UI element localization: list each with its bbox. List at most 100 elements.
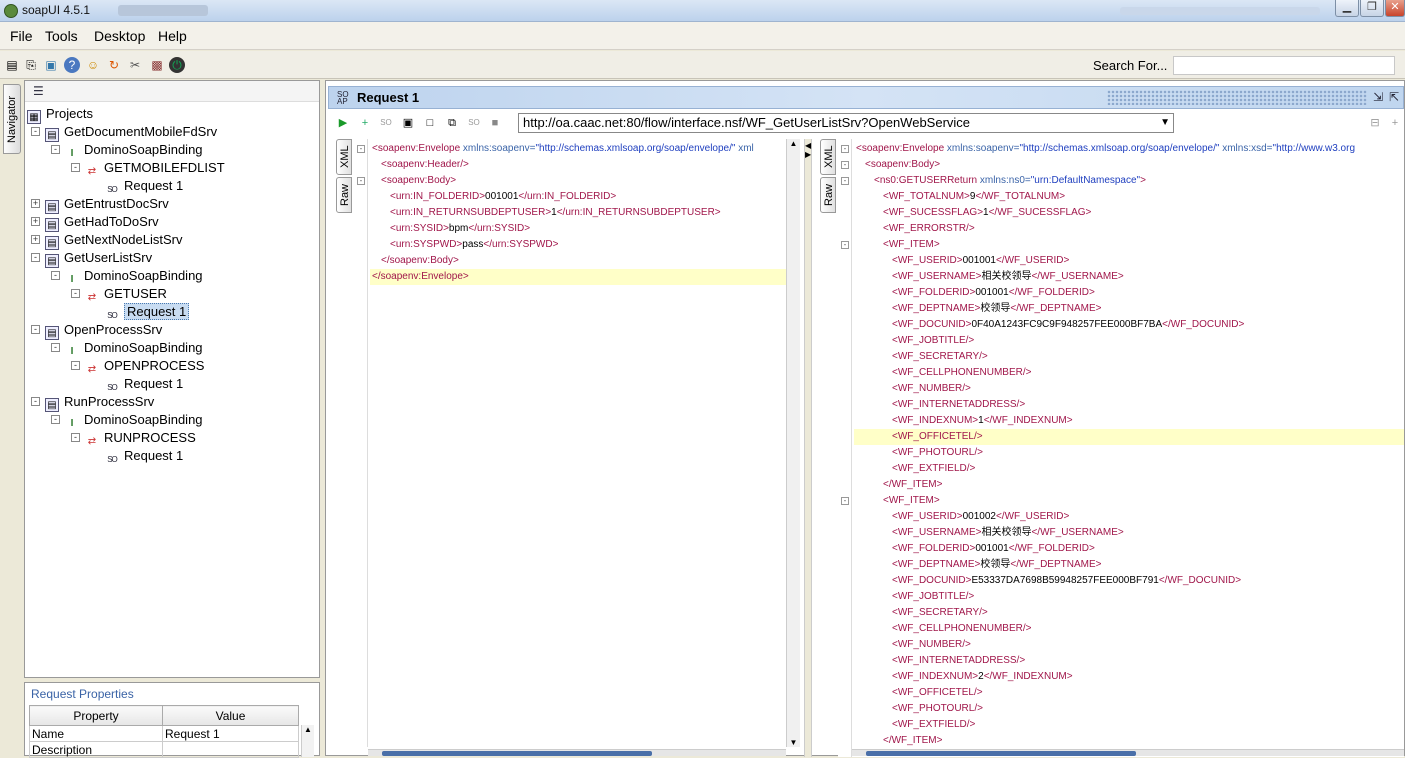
column-header-property[interactable]: Property <box>29 705 163 726</box>
maximize-button[interactable]: ❐ <box>1360 0 1384 17</box>
single-view-icon[interactable]: □ <box>423 116 437 130</box>
table-row[interactable]: Description <box>29 741 299 758</box>
tree-node-request[interactable]: SO Request 1 <box>105 177 183 195</box>
collapse-icon[interactable]: - <box>51 415 60 424</box>
request-xml-editor[interactable]: <soapenv:Envelope xmlns:soapenv="http://… <box>354 139 786 747</box>
xml-line[interactable]: <WF_NUMBER/> <box>854 637 1404 653</box>
fold-toggle-icon[interactable]: - <box>841 497 849 505</box>
xml-line[interactable]: <WF_ITEM> <box>854 237 1404 253</box>
expand-icon[interactable]: + <box>31 199 40 208</box>
clone-request-icon[interactable]: SO <box>379 116 393 130</box>
property-value[interactable]: Request 1 <box>162 725 299 742</box>
tree-node-project[interactable]: - ▤ OpenProcessSrv <box>31 321 162 340</box>
refresh-icon[interactable]: ↻ <box>106 57 122 73</box>
collapse-icon[interactable]: - <box>51 145 60 154</box>
options-icon[interactable]: ⊟ <box>1368 116 1382 130</box>
expand-icon[interactable]: + <box>31 235 40 244</box>
help-icon[interactable]: ? <box>64 57 80 73</box>
tab-response-raw[interactable]: Raw <box>820 177 836 213</box>
xml-line[interactable]: <soapenv:Envelope xmlns:soapenv="http://… <box>370 141 786 157</box>
xml-line[interactable]: <WF_PHOTOURL/> <box>854 445 1404 461</box>
property-value[interactable] <box>162 741 299 758</box>
tree-node-request[interactable]: SO Request 1 <box>105 303 190 321</box>
splitter-left-icon[interactable]: ◀ <box>805 141 811 150</box>
add-assertion-icon[interactable]: + <box>1388 116 1402 130</box>
new-project-icon[interactable]: ▤ <box>4 57 20 73</box>
tree-node-project[interactable]: + ▤ GetEntrustDocSrv <box>31 195 169 214</box>
fold-toggle-icon[interactable]: - <box>357 177 365 185</box>
collapse-icon[interactable]: - <box>71 289 80 298</box>
xml-line[interactable]: <WF_FOLDERID>001001</WF_FOLDERID> <box>854 285 1404 301</box>
xml-line[interactable]: </soapenv:Envelope> <box>370 269 786 285</box>
minimize-panel-icon[interactable]: ⇲ <box>1373 90 1383 104</box>
xml-line[interactable]: <urn:SYSID>bpm</urn:SYSID> <box>370 221 786 237</box>
xml-line[interactable]: <WF_PHOTOURL/> <box>854 701 1404 717</box>
request-horizontal-scrollbar[interactable] <box>368 749 786 756</box>
xml-line[interactable]: </WF_ITEM> <box>854 733 1404 749</box>
xml-line[interactable]: </soapenv:Body> <box>370 253 786 269</box>
collapse-icon[interactable]: - <box>71 163 80 172</box>
xml-line[interactable]: <WF_INTERNETADDRESS/> <box>854 397 1404 413</box>
response-horizontal-scrollbar[interactable] <box>852 749 1404 756</box>
xml-line[interactable]: </WF_ITEM> <box>854 477 1404 493</box>
response-xml-code[interactable]: <soapenv:Envelope xmlns:soapenv="http://… <box>854 139 1404 757</box>
xml-line[interactable]: <WF_CELLPHONENUMBER/> <box>854 365 1404 381</box>
properties-scrollbar[interactable]: ▲ <box>301 725 314 757</box>
xml-line[interactable]: <WF_DOCUNID>0F40A1243FC9C9F948257FEE000B… <box>854 317 1404 333</box>
xml-line[interactable]: <WF_JOBTITLE/> <box>854 589 1404 605</box>
xml-line[interactable]: <soapenv:Envelope xmlns:soapenv="http://… <box>854 141 1404 157</box>
expand-icon[interactable]: + <box>31 217 40 226</box>
collapse-icon[interactable]: - <box>71 361 80 370</box>
menu-file[interactable]: File <box>10 28 33 44</box>
xml-line[interactable]: <WF_ERRORSTR/> <box>854 221 1404 237</box>
xml-line[interactable]: <WF_USERNAME>相关校领导</WF_USERNAME> <box>854 525 1404 541</box>
tab-request-xml[interactable]: XML <box>336 139 352 175</box>
collapse-icon[interactable]: - <box>31 397 40 406</box>
close-button[interactable]: ✕ <box>1385 0 1405 17</box>
tree-node-operation[interactable]: - ⇄ GETUSER <box>71 285 167 303</box>
list-view-icon[interactable]: ☰ <box>33 84 44 98</box>
xml-line[interactable]: <WF_USERNAME>相关校领导</WF_USERNAME> <box>854 269 1404 285</box>
xml-line[interactable]: <ns0:GETUSERReturn xmlns:ns0="urn:Defaul… <box>854 173 1404 189</box>
add-to-testcase-icon[interactable]: + <box>358 116 372 130</box>
menu-desktop[interactable]: Desktop <box>94 28 145 44</box>
tree-node-interface[interactable]: - I DominoSoapBinding <box>51 141 203 159</box>
fold-toggle-icon[interactable]: - <box>841 241 849 249</box>
xml-line[interactable]: <WF_NUMBER/> <box>854 381 1404 397</box>
scroll-up-icon[interactable]: ▲ <box>787 139 800 148</box>
request-vertical-scrollbar[interactable]: ▲ ▼ <box>786 139 800 747</box>
loadui-icon[interactable]: ⏻ <box>169 57 185 73</box>
xml-line[interactable]: <WF_SECRETARY/> <box>854 605 1404 621</box>
xml-line[interactable]: <WF_USERID>001001</WF_USERID> <box>854 253 1404 269</box>
xml-line[interactable]: <WF_EXTFIELD/> <box>854 461 1404 477</box>
xml-line[interactable]: <WF_INTERNETADDRESS/> <box>854 653 1404 669</box>
collapse-icon[interactable]: - <box>31 325 40 334</box>
navigator-tab[interactable]: Navigator <box>3 84 21 154</box>
tree-node-project[interactable]: + ▤ GetNextNodeListSrv <box>31 231 183 250</box>
xml-line[interactable]: <WF_USERID>001002</WF_USERID> <box>854 509 1404 525</box>
menu-tools[interactable]: Tools <box>45 28 78 44</box>
detach-panel-icon[interactable]: ⇱ <box>1389 90 1399 104</box>
save-all-icon[interactable]: ▣ <box>43 57 59 73</box>
collapse-icon[interactable]: - <box>71 433 80 442</box>
fold-toggle-icon[interactable]: - <box>841 161 849 169</box>
tree-node-interface[interactable]: - I DominoSoapBinding <box>51 339 203 357</box>
collapse-icon[interactable]: - <box>51 343 60 352</box>
monitor-icon[interactable]: ▩ <box>149 57 165 73</box>
tree-node-request[interactable]: SO Request 1 <box>105 447 183 465</box>
tree-node-project[interactable]: - ▤ GetUserListSrv <box>31 249 152 268</box>
fold-toggle-icon[interactable]: - <box>841 177 849 185</box>
xml-line[interactable]: <WF_DEPTNAME>校领导</WF_DEPTNAME> <box>854 301 1404 317</box>
request-scroll-thumb[interactable] <box>382 751 652 756</box>
editor-splitter[interactable]: ◀ ▶ <box>804 139 812 757</box>
tree-node-operation[interactable]: - ⇄ GETMOBILEFDLIST <box>71 159 225 177</box>
tree-node-project[interactable]: + ▤ GetHadToDoSrv <box>31 213 159 232</box>
xml-line[interactable]: <WF_EXTFIELD/> <box>854 717 1404 733</box>
collapse-icon[interactable]: - <box>31 127 40 136</box>
tools-icon[interactable]: ✂ <box>127 57 143 73</box>
xml-line[interactable]: <WF_TOTALNUM>9</WF_TOTALNUM> <box>854 189 1404 205</box>
xml-line[interactable]: <WF_OFFICETEL/> <box>854 685 1404 701</box>
search-input[interactable] <box>1173 56 1395 75</box>
tree-node-operation[interactable]: - ⇄ RUNPROCESS <box>71 429 196 447</box>
response-xml-editor[interactable]: <soapenv:Envelope xmlns:soapenv="http://… <box>838 139 1404 757</box>
